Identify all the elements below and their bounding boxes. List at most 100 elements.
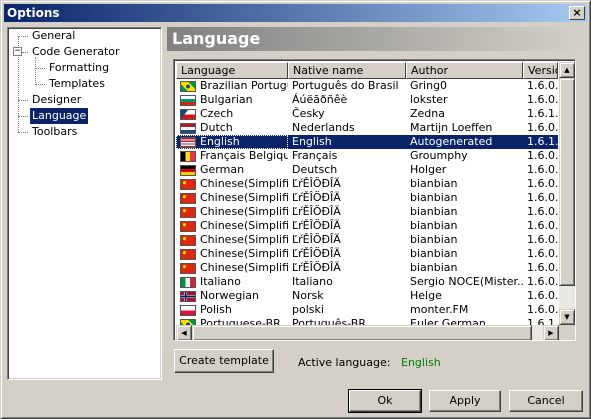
author-cell: Helge	[410, 289, 442, 302]
language-name: Brazilian Portugu...	[200, 79, 288, 92]
version-cell: 1.6.0.0	[527, 303, 558, 316]
options-dialog: Options × − General Code Generator Forma…	[0, 0, 591, 419]
scroll-thumb[interactable]	[559, 78, 575, 286]
scroll-thumb-horizontal[interactable]	[192, 325, 532, 340]
author-cell: Groumphy	[410, 149, 468, 162]
title-bar[interactable]: Options ×	[4, 4, 587, 22]
language-cell: Chinese(Simplifi...	[176, 233, 288, 247]
language-cell: Bulgarian	[176, 93, 288, 107]
column-header-version[interactable]: Version	[523, 62, 558, 79]
table-row[interactable]: Norwegian Norsk Helge 1.6.0.0	[176, 289, 558, 303]
options-tree: − General Code Generator Formatting Temp…	[7, 27, 162, 380]
tree-item-toolbars[interactable]: Toolbars	[30, 124, 79, 140]
language-name: Bulgarian	[200, 93, 253, 106]
version-cell: 1.6.0.0	[527, 79, 558, 92]
flag-icon	[180, 248, 196, 260]
author-cell: Martijn Loeffen	[410, 121, 493, 134]
table-row[interactable]: Français Belgique Français Groumphy 1.6.0.0	[176, 149, 558, 163]
language-name: Chinese(Simplifi...	[200, 233, 288, 246]
native-name-cell: Italiano	[292, 275, 333, 288]
flag-icon	[180, 150, 196, 162]
column-header-language[interactable]: Language	[176, 62, 288, 79]
tree-connector	[18, 36, 28, 37]
version-cell: 1.6.0.0	[527, 247, 558, 260]
scroll-left-icon[interactable]: ◀	[176, 325, 192, 340]
language-name: Chinese(Simplifi...	[200, 219, 288, 232]
column-header-author[interactable]: Author	[406, 62, 523, 79]
author-cell: bianbian	[410, 205, 458, 218]
table-row[interactable]: Chinese(Simplifi... ĽŕĚÎÖĐÎÄ bianbian 1.6.0…	[176, 233, 558, 247]
cancel-button[interactable]: Cancel	[509, 390, 583, 412]
table-row[interactable]: Italiano Italiano Sergio NOCE(Mister... 1.6…	[176, 275, 558, 289]
version-cell: 1.6.1.5	[527, 107, 558, 120]
language-name: Chinese(Simplifi...	[200, 261, 288, 274]
native-name-cell: ĽŕĚÎÖĐÎÄ	[292, 191, 341, 204]
table-row[interactable]: Chinese(Simplifi... ĽŕĚÎÖĐÎÄ bianbian 1.6.0…	[176, 219, 558, 233]
author-cell: Holger	[410, 163, 447, 176]
table-row[interactable]: Polish polski monter.FM 1.6.0.0	[176, 303, 558, 317]
language-cell: Chinese(Simplifi...	[176, 177, 288, 191]
flag-icon	[180, 192, 196, 204]
scroll-down-icon[interactable]: ▼	[559, 309, 575, 325]
scroll-up-icon[interactable]: ▲	[559, 62, 575, 78]
list-header: Language Native name Author Version	[176, 62, 558, 79]
language-name: English	[200, 135, 240, 148]
version-cell: 1.6.0.0	[527, 275, 558, 288]
version-cell: 1.6.0.0	[527, 177, 558, 190]
table-row[interactable]: Chinese(Simplifi... ĽŕĚÎÖĐÎÄ bianbian 1.6.0…	[176, 177, 558, 191]
tree-item-code-generator[interactable]: Code Generator	[30, 44, 122, 60]
active-language-label: Active language:	[298, 356, 391, 369]
tree-item-designer[interactable]: Designer	[30, 92, 83, 108]
tree-connector	[22, 52, 28, 53]
collapse-icon[interactable]: −	[13, 47, 22, 56]
flag-icon	[180, 122, 196, 134]
tree-connector	[18, 100, 28, 101]
native-name-cell: ĽŕĚÎÖĐÎÄ	[292, 233, 341, 246]
apply-button[interactable]: Apply	[429, 390, 501, 412]
vertical-scrollbar[interactable]: ▲ ▼	[559, 62, 575, 325]
column-header-native-name[interactable]: Native name	[288, 62, 406, 79]
tree-item-language[interactable]: Language	[30, 108, 89, 124]
table-row[interactable]: Brazilian Portugu... Português do Brasil G…	[176, 79, 558, 93]
table-row[interactable]: English English Autogenerated 1.6.1.2	[176, 135, 558, 149]
language-name: Dutch	[200, 121, 233, 134]
flag-icon	[180, 276, 196, 288]
author-cell: bianbian	[410, 219, 458, 232]
language-name: Chinese(Simplifi...	[200, 191, 288, 204]
language-name: German	[200, 163, 245, 176]
version-cell: 1.6.1.2	[527, 317, 558, 325]
tree-item-formatting[interactable]: Formatting	[47, 60, 111, 76]
author-cell: Sergio NOCE(Mister...	[410, 275, 523, 288]
table-row[interactable]: Chinese(Simplifi... ĽŕĚÎÖĐÎÄ bianbian 1.6.0…	[176, 191, 558, 205]
table-row[interactable]: Chinese(Simplifi... ĽŕĚÎÖĐÎÄ bianbian 1.6.0…	[176, 247, 558, 261]
author-cell: monter.FM	[410, 303, 469, 316]
native-name-cell: ĽŕĚÎÖĐÎÄ	[292, 205, 341, 218]
language-cell: Chinese(Simplifi...	[176, 219, 288, 233]
version-cell: 1.6.0.0	[527, 205, 558, 218]
create-template-button[interactable]: Create template	[174, 349, 274, 373]
list-rows: Brazilian Portugu... Português do Brasil G…	[176, 79, 558, 325]
table-row[interactable]: Czech Česky Zedna 1.6.1.5	[176, 107, 558, 121]
ok-button[interactable]: Ok	[348, 389, 422, 413]
table-row[interactable]: Chinese(Simplifi... ĽŕĚÎÖĐÎÄ bianbian 1.6.0…	[176, 205, 558, 219]
flag-icon	[180, 234, 196, 246]
flag-icon	[180, 220, 196, 232]
table-row[interactable]: Dutch Nederlands Martijn Loeffen 1.6.0.2	[176, 121, 558, 135]
horizontal-scrollbar[interactable]: ◀ ▶	[176, 325, 559, 340]
author-cell: bianbian	[410, 247, 458, 260]
table-row[interactable]: Portuguese-BR Português-BR Euler German 1.6…	[176, 317, 558, 325]
language-cell: Polish	[176, 303, 288, 317]
table-row[interactable]: Chinese(Simplifi... ĽŕĚÎÖĐÎÄ bianbian 1.6.0…	[176, 261, 558, 275]
native-name-cell: Nederlands	[292, 121, 355, 134]
table-row[interactable]: Bulgarian Áúëãðñêè lokster 1.6.0.0	[176, 93, 558, 107]
flag-icon	[180, 108, 196, 120]
scroll-right-icon[interactable]: ▶	[543, 325, 559, 340]
tree-connector	[35, 57, 36, 85]
version-cell: 1.6.0.0	[527, 191, 558, 204]
version-cell: 1.6.1.2	[527, 135, 558, 148]
table-row[interactable]: German Deutsch Holger 1.6.0.0	[176, 163, 558, 177]
tree-item-general[interactable]: General	[30, 28, 77, 44]
close-button[interactable]: ×	[569, 6, 585, 20]
native-name-cell: Deutsch	[292, 163, 338, 176]
tree-item-templates[interactable]: Templates	[47, 76, 107, 92]
